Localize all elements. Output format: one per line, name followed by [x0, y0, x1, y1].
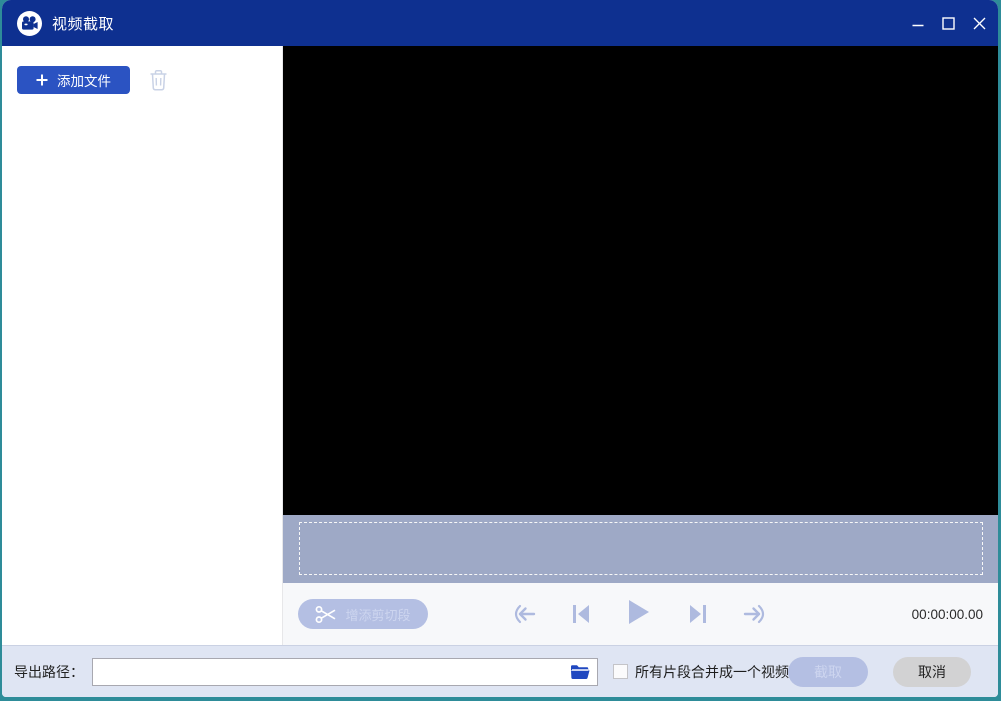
previous-frame-icon	[572, 604, 590, 624]
folder-icon	[570, 664, 590, 680]
minimize-icon	[912, 17, 924, 29]
timeline-strip[interactable]	[283, 515, 998, 583]
app-logo	[17, 11, 42, 36]
add-segment-button[interactable]: 增添剪切段	[298, 599, 428, 629]
video-camera-icon	[21, 16, 38, 31]
scissors-icon	[315, 605, 337, 624]
playback-controls: 增添剪切段	[283, 583, 998, 645]
close-button[interactable]	[964, 0, 995, 46]
current-timecode: 00:00:00.00	[912, 583, 983, 645]
maximize-icon	[942, 17, 955, 30]
next-frame-icon	[689, 604, 707, 624]
play-button[interactable]	[627, 600, 651, 624]
title-bar: 视频截取	[2, 0, 998, 46]
maximize-button[interactable]	[933, 0, 964, 46]
video-preview[interactable]	[283, 46, 998, 515]
timeline-dropzone[interactable]	[299, 522, 983, 575]
window-title: 视频截取	[52, 13, 114, 34]
export-path-input[interactable]	[93, 659, 567, 685]
export-path-field	[92, 658, 598, 686]
merge-clips-checkbox[interactable]	[613, 664, 628, 679]
trash-icon	[149, 70, 168, 91]
previous-frame-button[interactable]	[569, 602, 593, 626]
delete-file-button[interactable]	[148, 70, 168, 92]
browse-folder-button[interactable]	[566, 661, 594, 683]
merge-clips-label[interactable]: 所有片段合并成一个视频	[635, 646, 789, 697]
jump-to-start-icon	[512, 604, 536, 624]
capture-button[interactable]: 截取	[788, 657, 868, 687]
window-controls	[902, 0, 995, 46]
plus-icon	[36, 74, 48, 86]
jump-to-end-button[interactable]	[743, 602, 767, 626]
add-segment-label: 增添剪切段	[345, 605, 410, 624]
export-bar: 导出路径： 所有片段合并成一个视频 截取 取消	[2, 645, 998, 697]
cancel-button[interactable]: 取消	[893, 657, 971, 687]
add-file-button[interactable]: 添加文件	[17, 66, 130, 94]
add-file-label: 添加文件	[57, 70, 111, 90]
app-window: 视频截取	[2, 0, 998, 697]
play-icon	[628, 599, 650, 625]
export-path-label: 导出路径：	[14, 646, 84, 697]
jump-to-end-icon	[743, 604, 767, 624]
next-frame-button[interactable]	[686, 602, 710, 626]
minimize-button[interactable]	[902, 0, 933, 46]
close-icon	[973, 17, 986, 30]
player-stage: 增添剪切段	[283, 46, 998, 645]
jump-to-start-button[interactable]	[512, 602, 536, 626]
main-area: 添加文件	[2, 46, 998, 645]
file-list-panel: 添加文件	[2, 46, 283, 645]
